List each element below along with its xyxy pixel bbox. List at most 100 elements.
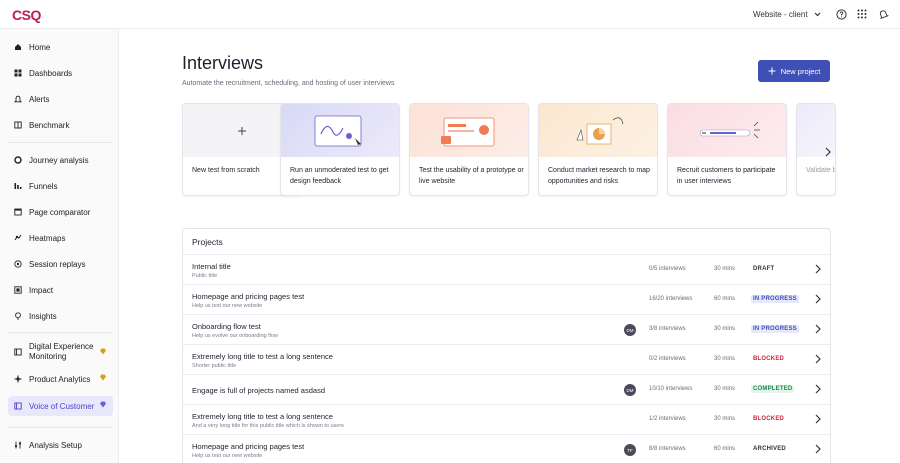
project-row[interactable]: Homepage and pricing pages test Help us … bbox=[183, 434, 830, 463]
sidebar-item-label: Digital Experience Monitoring bbox=[29, 342, 94, 361]
sidebar-item-home[interactable]: Home bbox=[8, 37, 113, 57]
interview-duration: 30 mins bbox=[714, 416, 736, 422]
sidebar-item-label: Alerts bbox=[29, 94, 50, 104]
market-research-illustration bbox=[576, 117, 624, 145]
interview-count: 10/10 interviews bbox=[649, 386, 693, 392]
card-illustration bbox=[539, 104, 657, 157]
journey-icon bbox=[14, 156, 22, 164]
help-icon[interactable] bbox=[835, 8, 847, 20]
project-public-title: And a very long title for this public ti… bbox=[192, 423, 344, 429]
sidebar-item-session-replays[interactable]: Session replays bbox=[8, 254, 113, 274]
impact-icon bbox=[14, 286, 22, 294]
voice-of-customer-icon bbox=[14, 402, 22, 410]
project-row[interactable]: Onboarding flow test Help us evolve our … bbox=[183, 314, 830, 344]
project-public-title: Help us test our new website bbox=[192, 453, 263, 459]
sidebar-item-dashboards[interactable]: Dashboards bbox=[8, 63, 113, 83]
top-bar: CSQ Website - client bbox=[0, 0, 900, 29]
project-name: Engage is full of projects named asdasd bbox=[192, 386, 325, 395]
sidebar-item-journey-analysis[interactable]: Journey analysis bbox=[8, 150, 113, 170]
heatmap-icon bbox=[14, 234, 22, 241]
benchmark-icon bbox=[14, 121, 22, 129]
interview-duration: 60 mins bbox=[714, 446, 736, 452]
interview-count: 0/2 interviews bbox=[649, 356, 686, 362]
template-card-recruit-customers[interactable]: Recruit customers to participate in user… bbox=[667, 103, 787, 196]
card-label: Validate business bbox=[806, 167, 835, 174]
avatar: TF bbox=[624, 444, 636, 456]
project-row[interactable]: Homepage and pricing pages test Help us … bbox=[183, 284, 830, 314]
card-label: Recruit customers to participate in user… bbox=[677, 167, 776, 185]
product-analytics-icon bbox=[14, 375, 22, 383]
sidebar-item-label: Journey analysis bbox=[29, 155, 89, 165]
chevron-down-icon bbox=[814, 12, 820, 17]
project-row[interactable]: Engage is full of projects named asdasd … bbox=[183, 374, 830, 404]
sidebar-item-voice-of-customer[interactable]: Voice of Customer bbox=[8, 396, 113, 416]
chevron-right-icon[interactable] bbox=[814, 444, 822, 454]
carousel-next-chevron-icon[interactable] bbox=[824, 147, 832, 157]
sidebar-item-label: Funnels bbox=[29, 181, 58, 191]
sidebar-item-label: Home bbox=[29, 42, 51, 52]
project-row[interactable]: Internal title Public title 0/5 intervie… bbox=[183, 254, 830, 284]
sidebar-divider bbox=[8, 142, 113, 143]
status-badge: BLOCKED bbox=[753, 416, 785, 422]
interview-duration: 30 mins bbox=[714, 386, 736, 392]
template-card-market-research[interactable]: Conduct market research to map opportuni… bbox=[538, 103, 658, 196]
page-title: Interviews bbox=[182, 53, 264, 73]
avatar: DM bbox=[624, 384, 636, 396]
chevron-right-icon[interactable] bbox=[814, 354, 822, 364]
csq-logo[interactable]: CSQ bbox=[12, 7, 41, 23]
workspace-label: Website - client bbox=[753, 10, 808, 19]
sidebar-item-insights[interactable]: Insights bbox=[8, 306, 113, 326]
sidebar-item-heatmaps[interactable]: Heatmaps bbox=[8, 228, 113, 248]
sidebar-item-label: Product Analytics bbox=[29, 374, 91, 384]
sidebar-item-label: Session replays bbox=[29, 259, 86, 269]
sidebar-item-alerts[interactable]: Alerts bbox=[8, 89, 113, 109]
page-subtitle: Automate the recruitment, scheduling, an… bbox=[182, 80, 395, 87]
project-public-title: Help us evolve our onboarding flow bbox=[192, 333, 278, 339]
sidebar-divider bbox=[8, 427, 113, 428]
sidebar-item-digital-experience-monitoring[interactable]: Digital Experience Monitoring bbox=[8, 338, 113, 366]
sidebar-item-label: Benchmark bbox=[29, 120, 70, 130]
interview-duration: 60 mins bbox=[714, 296, 736, 302]
projects-table: Projects Internal title Public title 0/5… bbox=[182, 228, 831, 463]
new-project-button[interactable]: New project bbox=[758, 60, 830, 82]
sidebar-item-page-comparator[interactable]: Page comparator bbox=[8, 202, 113, 222]
chevron-right-icon[interactable] bbox=[814, 414, 822, 424]
project-name: Homepage and pricing pages test bbox=[192, 292, 305, 301]
new-project-label: New project bbox=[780, 66, 821, 76]
template-card-unmoderated-test[interactable]: Run an unmoderated test to get design fe… bbox=[280, 103, 400, 196]
sidebar-item-label: Page comparator bbox=[29, 207, 91, 217]
sidebar-item-funnels[interactable]: Funnels bbox=[8, 176, 113, 196]
chevron-right-icon[interactable] bbox=[814, 264, 822, 274]
sidebar-item-impact[interactable]: Impact bbox=[8, 280, 113, 300]
apps-grid-icon[interactable] bbox=[856, 8, 868, 20]
card-label: Conduct market research to map opportuni… bbox=[548, 167, 650, 185]
funnel-bars-icon bbox=[14, 183, 22, 189]
card-illustration bbox=[281, 104, 399, 157]
project-public-title: Shorter public title bbox=[192, 363, 237, 369]
chevron-right-icon[interactable] bbox=[814, 294, 822, 304]
chevron-right-icon[interactable] bbox=[814, 384, 822, 394]
notifications-icon[interactable] bbox=[877, 8, 889, 20]
interview-duration: 30 mins bbox=[714, 356, 736, 362]
status-badge: IN PROGRESS bbox=[751, 295, 799, 303]
premium-gem-icon bbox=[100, 401, 106, 408]
sidebar-item-label: Voice of Customer bbox=[29, 401, 95, 411]
design-feedback-illustration bbox=[314, 115, 362, 147]
bell-icon bbox=[14, 95, 22, 103]
status-badge: DRAFT bbox=[753, 266, 775, 272]
card-label: Test the usability of a prototype or liv… bbox=[419, 167, 524, 185]
project-row[interactable]: Extremely long title to test a long sent… bbox=[183, 404, 830, 434]
workspace-selector[interactable]: Website - client bbox=[753, 10, 821, 19]
status-badge: ARCHIVED bbox=[753, 446, 786, 452]
card-label: Run an unmoderated test to get design fe… bbox=[290, 167, 389, 185]
sidebar-item-label: Insights bbox=[29, 311, 57, 321]
project-row[interactable]: Extremely long title to test a long sent… bbox=[183, 344, 830, 374]
plus-icon bbox=[238, 127, 246, 135]
sidebar-item-benchmark[interactable]: Benchmark bbox=[8, 115, 113, 135]
recruit-illustration bbox=[699, 121, 760, 139]
chevron-right-icon[interactable] bbox=[814, 324, 822, 334]
template-card-usability-test[interactable]: Test the usability of a prototype or liv… bbox=[409, 103, 529, 196]
sidebar-item-analysis-setup[interactable]: Analysis Setup bbox=[8, 435, 113, 455]
project-name: Onboarding flow test bbox=[192, 322, 261, 331]
sidebar-item-product-analytics[interactable]: Product Analytics bbox=[8, 369, 113, 389]
